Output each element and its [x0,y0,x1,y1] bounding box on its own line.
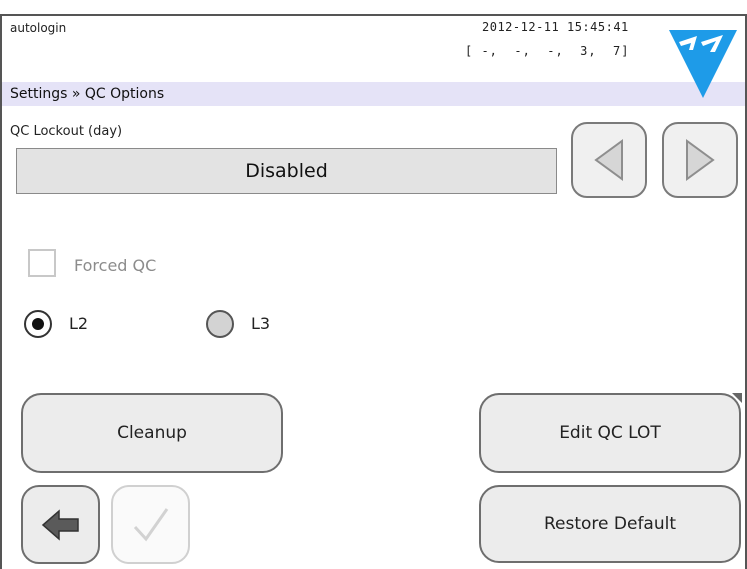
qc-lockout-select[interactable]: Disabled [16,148,557,194]
radio-selected-dot [32,318,44,330]
radio-l3[interactable] [206,310,234,338]
prev-value-button[interactable] [571,122,647,198]
confirm-button[interactable] [111,485,190,564]
qc-lockout-label: QC Lockout (day) [10,124,123,139]
triangle-left-icon [594,139,623,181]
77-elektronika-logo-icon [669,30,737,98]
radio-l3-label: L3 [251,314,271,333]
radio-l2[interactable] [24,310,52,338]
radio-l2-label: L2 [69,314,89,333]
next-value-button[interactable] [662,122,738,198]
breadcrumb: Settings » QC Options [10,86,165,102]
status-codes: [ -, -, -, 3, 7] [465,44,630,58]
cleanup-button[interactable]: Cleanup [21,393,283,473]
forced-qc-checkbox[interactable] [28,249,56,277]
corner-marker [732,393,742,403]
forced-qc-label: Forced QC [74,256,157,275]
arrow-left-icon [41,508,79,541]
user-label: autologin [10,21,67,35]
restore-default-button[interactable]: Restore Default [479,485,741,563]
window-frame-top [0,14,747,16]
edit-qc-lot-button[interactable]: Edit QC LOT [479,393,741,473]
datetime: 2012-12-11 15:45:41 [482,20,629,34]
checkmark-icon [133,507,168,541]
triangle-right-icon [686,139,715,181]
back-button[interactable] [21,485,100,564]
